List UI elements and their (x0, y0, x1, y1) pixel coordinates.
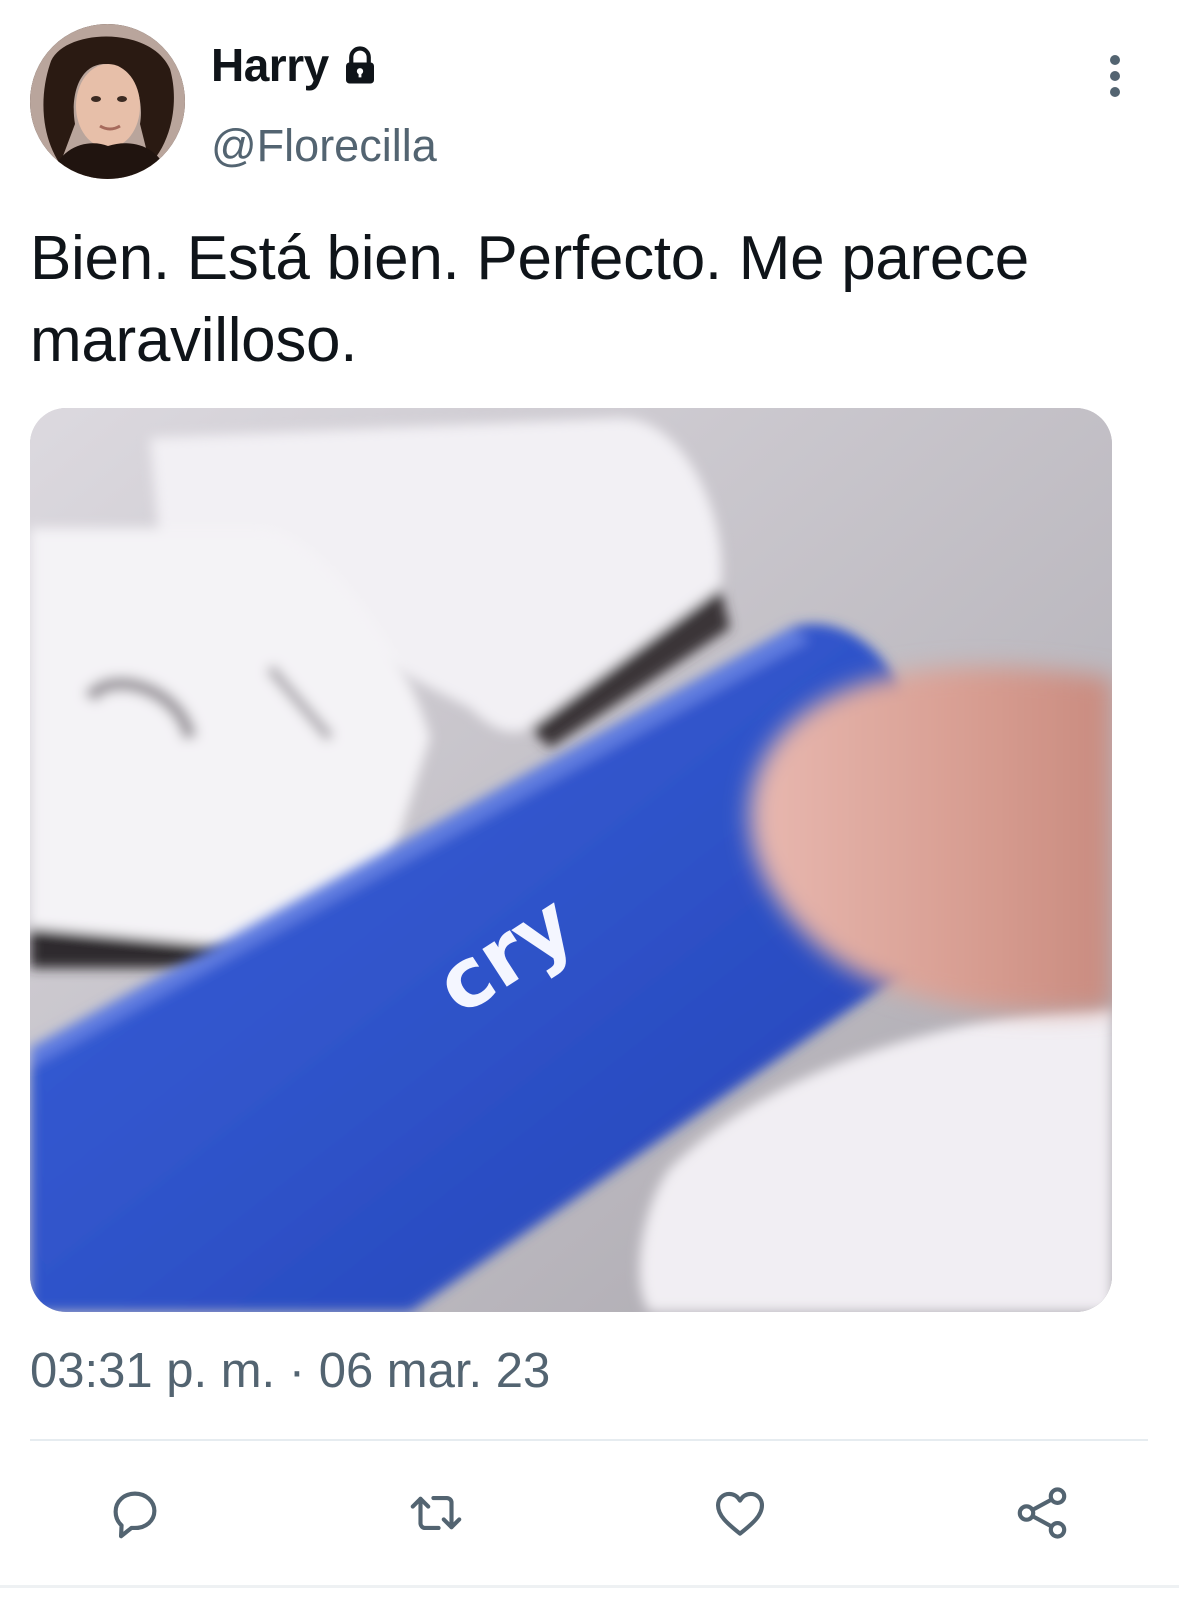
tweet-timestamp: 03:31 p. m. · 06 mar. 23 (30, 1344, 551, 1398)
share-icon (1017, 1487, 1067, 1539)
reply-button[interactable] (100, 1478, 170, 1548)
heart-icon (715, 1491, 765, 1536)
tweet-text: Bien. Está bien. Perfecto. Me parece mar… (30, 224, 1029, 375)
like-button[interactable] (705, 1478, 775, 1548)
display-name-text: Harry (211, 39, 329, 91)
tweet-media-image[interactable]: cry (30, 408, 1112, 1312)
retweet-icon (410, 1495, 462, 1531)
keyboard-image: cry (30, 408, 1112, 1312)
retweet-button[interactable] (401, 1478, 471, 1548)
reply-icon (113, 1491, 157, 1539)
more-options-icon[interactable] (1100, 52, 1130, 100)
lock-icon (339, 44, 381, 86)
avatar[interactable] (30, 24, 185, 179)
divider (30, 1439, 1148, 1441)
author-name[interactable]: Harry (211, 38, 381, 92)
avatar-photo (30, 24, 185, 179)
share-button[interactable] (1007, 1478, 1077, 1548)
tweet: Harry @Florecilla Bien. Está bien. Perfe… (0, 0, 1179, 1603)
bottom-divider (0, 1585, 1179, 1588)
author-handle[interactable]: @Florecilla (211, 120, 437, 172)
